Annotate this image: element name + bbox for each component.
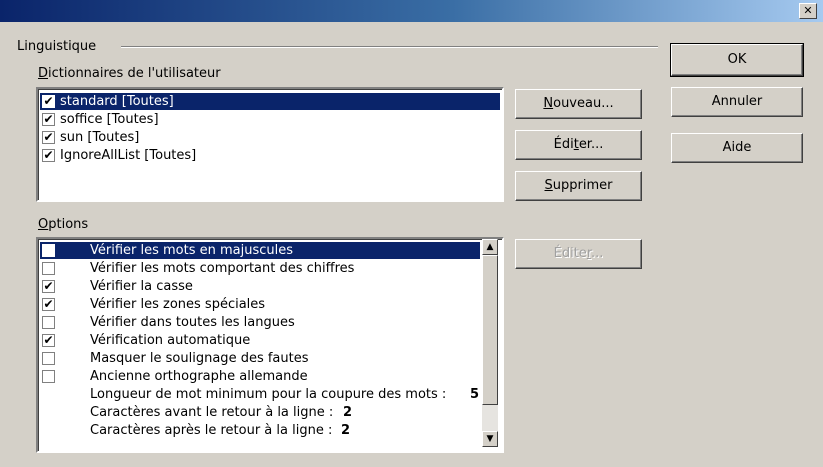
checkbox[interactable] [42, 262, 55, 275]
option-item[interactable]: ✔ Vérifier la casse [40, 278, 480, 295]
arrow-down-icon: ▼ [486, 434, 494, 444]
close-button[interactable]: ✔ ✕ [799, 3, 817, 19]
frame-label-linguistique: Linguistique [17, 39, 97, 54]
list-item[interactable]: ✔ soffice [Toutes] [40, 111, 500, 128]
option-label: Caractères avant le retour à la ligne : [90, 405, 334, 420]
dictionaries-list[interactable]: ✔ standard [Toutes] ✔ soffice [Toutes] ✔… [36, 87, 504, 202]
check-icon: ✔ [43, 94, 54, 108]
checkbox[interactable] [42, 316, 55, 329]
option-item[interactable]: Caractères avant le retour à la ligne : … [40, 404, 480, 421]
checkbox[interactable]: ✔ [42, 149, 55, 162]
edit-dictionary-button[interactable]: Éditer... [515, 130, 642, 160]
options-label: Options [38, 217, 89, 232]
options-scrollbar[interactable]: ▲ ▼ [482, 239, 498, 447]
check-icon: ✔ [43, 130, 54, 144]
checkbox[interactable]: ✔ [42, 131, 55, 144]
arrow-up-icon: ▲ [486, 242, 494, 252]
check-icon: ✔ [43, 333, 54, 347]
option-item[interactable]: ✔ Vérifier les zones spéciales [40, 296, 480, 313]
option-item[interactable]: Longueur de mot minimum pour la coupure … [40, 386, 480, 403]
help-button[interactable]: Aide [671, 133, 803, 163]
check-icon: ✔ [43, 112, 54, 126]
title-bar [0, 0, 823, 22]
option-item[interactable]: Caractères après le retour à la ligne : … [40, 422, 480, 439]
option-item[interactable]: Vérifier les mots en majuscules [40, 242, 480, 259]
option-label: Longueur de mot minimum pour la coupure … [90, 387, 447, 402]
checkbox[interactable] [42, 352, 55, 365]
checkbox[interactable]: ✔ [42, 95, 55, 108]
option-label: Caractères après le retour à la ligne : [90, 423, 333, 438]
checkbox[interactable]: ✔ [42, 113, 55, 126]
list-item[interactable]: ✔ IgnoreAllList [Toutes] [40, 147, 500, 164]
delete-dictionary-button[interactable]: Supprimer [515, 171, 642, 201]
checkbox[interactable]: ✔ [42, 298, 55, 311]
checkbox[interactable] [42, 244, 55, 257]
list-item[interactable]: ✔ sun [Toutes] [40, 129, 500, 146]
option-item[interactable]: Vérifier dans toutes les langues [40, 314, 480, 331]
list-item[interactable]: ✔ standard [Toutes] [40, 93, 500, 110]
option-value: 2 [341, 423, 351, 438]
option-value: 5 [470, 387, 480, 402]
edit-option-button[interactable]: Éditer... [515, 239, 642, 269]
option-item[interactable]: Ancienne orthographe allemande [40, 368, 480, 385]
option-item[interactable]: Vérifier les mots comportant des chiffre… [40, 260, 480, 277]
checkbox[interactable]: ✔ [42, 280, 55, 293]
dictionaries-label: Dictionnaires de l'utilisateur [38, 66, 221, 81]
check-icon: ✔ [43, 148, 54, 162]
check-icon: ✔ [43, 297, 54, 311]
options-list[interactable]: Vérifier les mots en majuscules Vérifier… [36, 237, 504, 453]
close-glyph: ✕ [803, 4, 813, 17]
cancel-button[interactable]: Annuler [671, 87, 803, 117]
ok-button[interactable]: OK [670, 43, 804, 77]
option-value: 2 [343, 405, 353, 420]
scroll-thumb[interactable] [482, 255, 498, 405]
scroll-down-button[interactable]: ▼ [482, 431, 498, 447]
checkbox[interactable]: ✔ [42, 334, 55, 347]
option-item[interactable]: ✔ Vérification automatique [40, 332, 480, 349]
option-item[interactable]: Masquer le soulignage des fautes [40, 350, 480, 367]
new-dictionary-button[interactable]: Nouveau... [515, 89, 642, 119]
check-icon: ✔ [43, 279, 54, 293]
scroll-up-button[interactable]: ▲ [482, 239, 498, 255]
frame-divider [121, 46, 658, 48]
checkbox[interactable] [42, 370, 55, 383]
